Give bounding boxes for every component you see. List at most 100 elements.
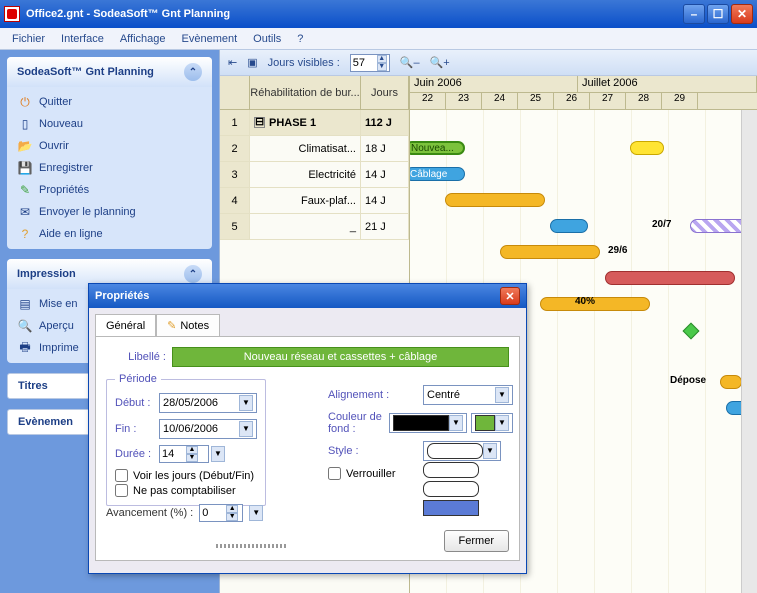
grid-header-jours: Jours [361, 76, 409, 109]
duree-spinner[interactable]: ▲▼ [159, 445, 209, 463]
chevron-down-icon[interactable]: ▼ [239, 421, 253, 437]
avancement-label: Avancement (%) : [106, 507, 193, 519]
day-col: 22 [410, 93, 446, 109]
gantt-label: 40% [575, 296, 595, 307]
gantt-bar[interactable]: Câblage [410, 167, 465, 181]
window-title: Office2.gnt - SodeaSoft™ Gnt Planning [26, 8, 683, 20]
gantt-bar[interactable] [500, 245, 600, 259]
vertical-scrollbar[interactable] [741, 110, 757, 593]
resize-grip[interactable] [216, 544, 286, 548]
collapse-icon[interactable]: ⌃ [184, 265, 202, 283]
notes-icon: ✎ [167, 319, 176, 332]
print-icon: 🖶 [17, 340, 33, 356]
style-option[interactable] [423, 481, 479, 497]
style-option[interactable] [423, 462, 479, 478]
sidebar-panel1-header[interactable]: SodeaSoft™ Gnt Planning ⌃ [7, 57, 212, 87]
jours-visibles-input[interactable] [353, 57, 377, 69]
task-row[interactable]: 2Climatisat...18 J [220, 136, 409, 162]
menu-evenement[interactable]: Evènement [174, 31, 246, 47]
jours-visibles-label: Jours visibles : [268, 57, 340, 69]
sidebar-item-ouvrir[interactable]: 📂Ouvrir [13, 135, 206, 157]
menu-help[interactable]: ? [289, 31, 311, 47]
fermer-button[interactable]: Fermer [444, 530, 509, 552]
day-col: 29 [662, 93, 698, 109]
sidebar-item-quitter[interactable]: ⏻Quitter [13, 91, 206, 113]
spin-up-icon[interactable]: ▲ [377, 55, 387, 63]
avancement-spinner[interactable]: ▲▼ [199, 504, 243, 522]
style-swatch [427, 443, 483, 459]
duree-input[interactable] [162, 448, 186, 460]
style-select[interactable]: ▼ [423, 441, 501, 461]
alignement-label: Alignement : [328, 389, 423, 401]
chevron-down-icon[interactable]: ▼ [495, 387, 509, 403]
dialog-titlebar[interactable]: Propriétés ✕ [89, 284, 526, 308]
zoom-in-icon[interactable]: 🔍+ [430, 56, 450, 69]
minimize-button[interactable]: – [683, 4, 705, 24]
debut-input[interactable]: 28/05/2006▼ [159, 393, 257, 413]
gantt-bar[interactable] [630, 141, 664, 155]
day-col: 28 [626, 93, 662, 109]
gantt-bar[interactable] [720, 375, 742, 389]
collapse-icon[interactable]: ⌃ [184, 63, 202, 81]
sidebar-item-enregistrer[interactable]: 💾Enregistrer [13, 157, 206, 179]
milestone-icon[interactable] [683, 323, 700, 340]
fin-label: Fin : [115, 423, 159, 435]
tab-page-general: Libellé : Nouveau réseau et cassettes + … [95, 336, 520, 561]
app-icon [4, 6, 20, 22]
chevron-down-icon[interactable]: ▼ [249, 505, 263, 521]
spin-down-icon[interactable]: ▼ [377, 63, 387, 71]
task-row[interactable]: 1 ⊟PHASE 1 112 J [220, 110, 409, 136]
alignement-select[interactable]: Centré▼ [423, 385, 513, 405]
menu-interface[interactable]: Interface [53, 31, 112, 47]
avancement-input[interactable] [202, 507, 226, 519]
tab-general[interactable]: Général [95, 314, 156, 336]
chevron-down-icon[interactable]: ▼ [449, 415, 463, 431]
dialog-title: Propriétés [95, 290, 149, 302]
tab-notes[interactable]: ✎Notes [156, 314, 220, 336]
gantt-bar[interactable] [550, 219, 588, 233]
gantt-bar[interactable] [605, 271, 735, 285]
maximize-button[interactable]: ☐ [707, 4, 729, 24]
task-row[interactable]: 4Faux-plaf...14 J [220, 188, 409, 214]
gantt-label: Dépose [670, 375, 706, 386]
sidebar-item-nouveau[interactable]: ▯Nouveau [13, 113, 206, 135]
task-row[interactable]: 3Electricité14 J [220, 162, 409, 188]
folder-icon: 📂 [17, 138, 33, 154]
jours-visibles-spinner[interactable]: ▲▼ [350, 54, 390, 72]
gantt-bar[interactable] [445, 193, 545, 207]
color-swatch-green [475, 415, 495, 431]
dialog-close-button[interactable]: ✕ [500, 287, 520, 305]
chevron-down-icon[interactable]: ▼ [483, 443, 497, 459]
collapse-toggle-icon[interactable]: ⊟ [254, 117, 265, 128]
grid-corner [220, 76, 250, 109]
zoom-out-icon[interactable]: 🔍– [400, 56, 420, 69]
sidebar-item-aide[interactable]: ?Aide en ligne [13, 223, 206, 245]
couleur-fond-select[interactable]: ▼ [389, 413, 467, 433]
day-col: 27 [590, 93, 626, 109]
couleur-fond-select2[interactable]: ▼ [471, 413, 513, 433]
chevron-down-icon[interactable]: ▼ [239, 395, 253, 411]
nepas-comptabiliser-checkbox[interactable]: Ne pas comptabiliser [115, 484, 257, 497]
day-col: 23 [446, 93, 482, 109]
menu-fichier[interactable]: Fichier [4, 31, 53, 47]
properties-dialog: Propriétés ✕ Général ✎Notes Libellé : No… [88, 283, 527, 574]
close-button[interactable]: ✕ [731, 4, 753, 24]
libelle-value[interactable]: Nouveau réseau et cassettes + câblage [172, 347, 509, 367]
voir-jours-checkbox[interactable]: Voir les jours (Début/Fin) [115, 469, 257, 482]
chevron-down-icon[interactable]: ▼ [211, 446, 225, 462]
help-icon: ? [17, 226, 33, 242]
goto-start-icon[interactable]: ⇤ [228, 56, 237, 69]
task-row[interactable]: 5_21 J [220, 214, 409, 240]
preview-icon: 🔍 [17, 318, 33, 334]
menu-outils[interactable]: Outils [245, 31, 289, 47]
menu-affichage[interactable]: Affichage [112, 31, 174, 47]
style-option-selected[interactable] [423, 500, 479, 516]
day-col: 26 [554, 93, 590, 109]
page-setup-icon: ▤ [17, 296, 33, 312]
sidebar-item-proprietes[interactable]: ✎Propriétés [13, 179, 206, 201]
chevron-down-icon[interactable]: ▼ [495, 415, 509, 431]
fit-icon[interactable]: ▣ [247, 56, 257, 69]
gantt-bar[interactable]: Nouvea... [410, 141, 465, 155]
sidebar-item-envoyer[interactable]: ✉Envoyer le planning [13, 201, 206, 223]
fin-input[interactable]: 10/06/2006▼ [159, 419, 257, 439]
